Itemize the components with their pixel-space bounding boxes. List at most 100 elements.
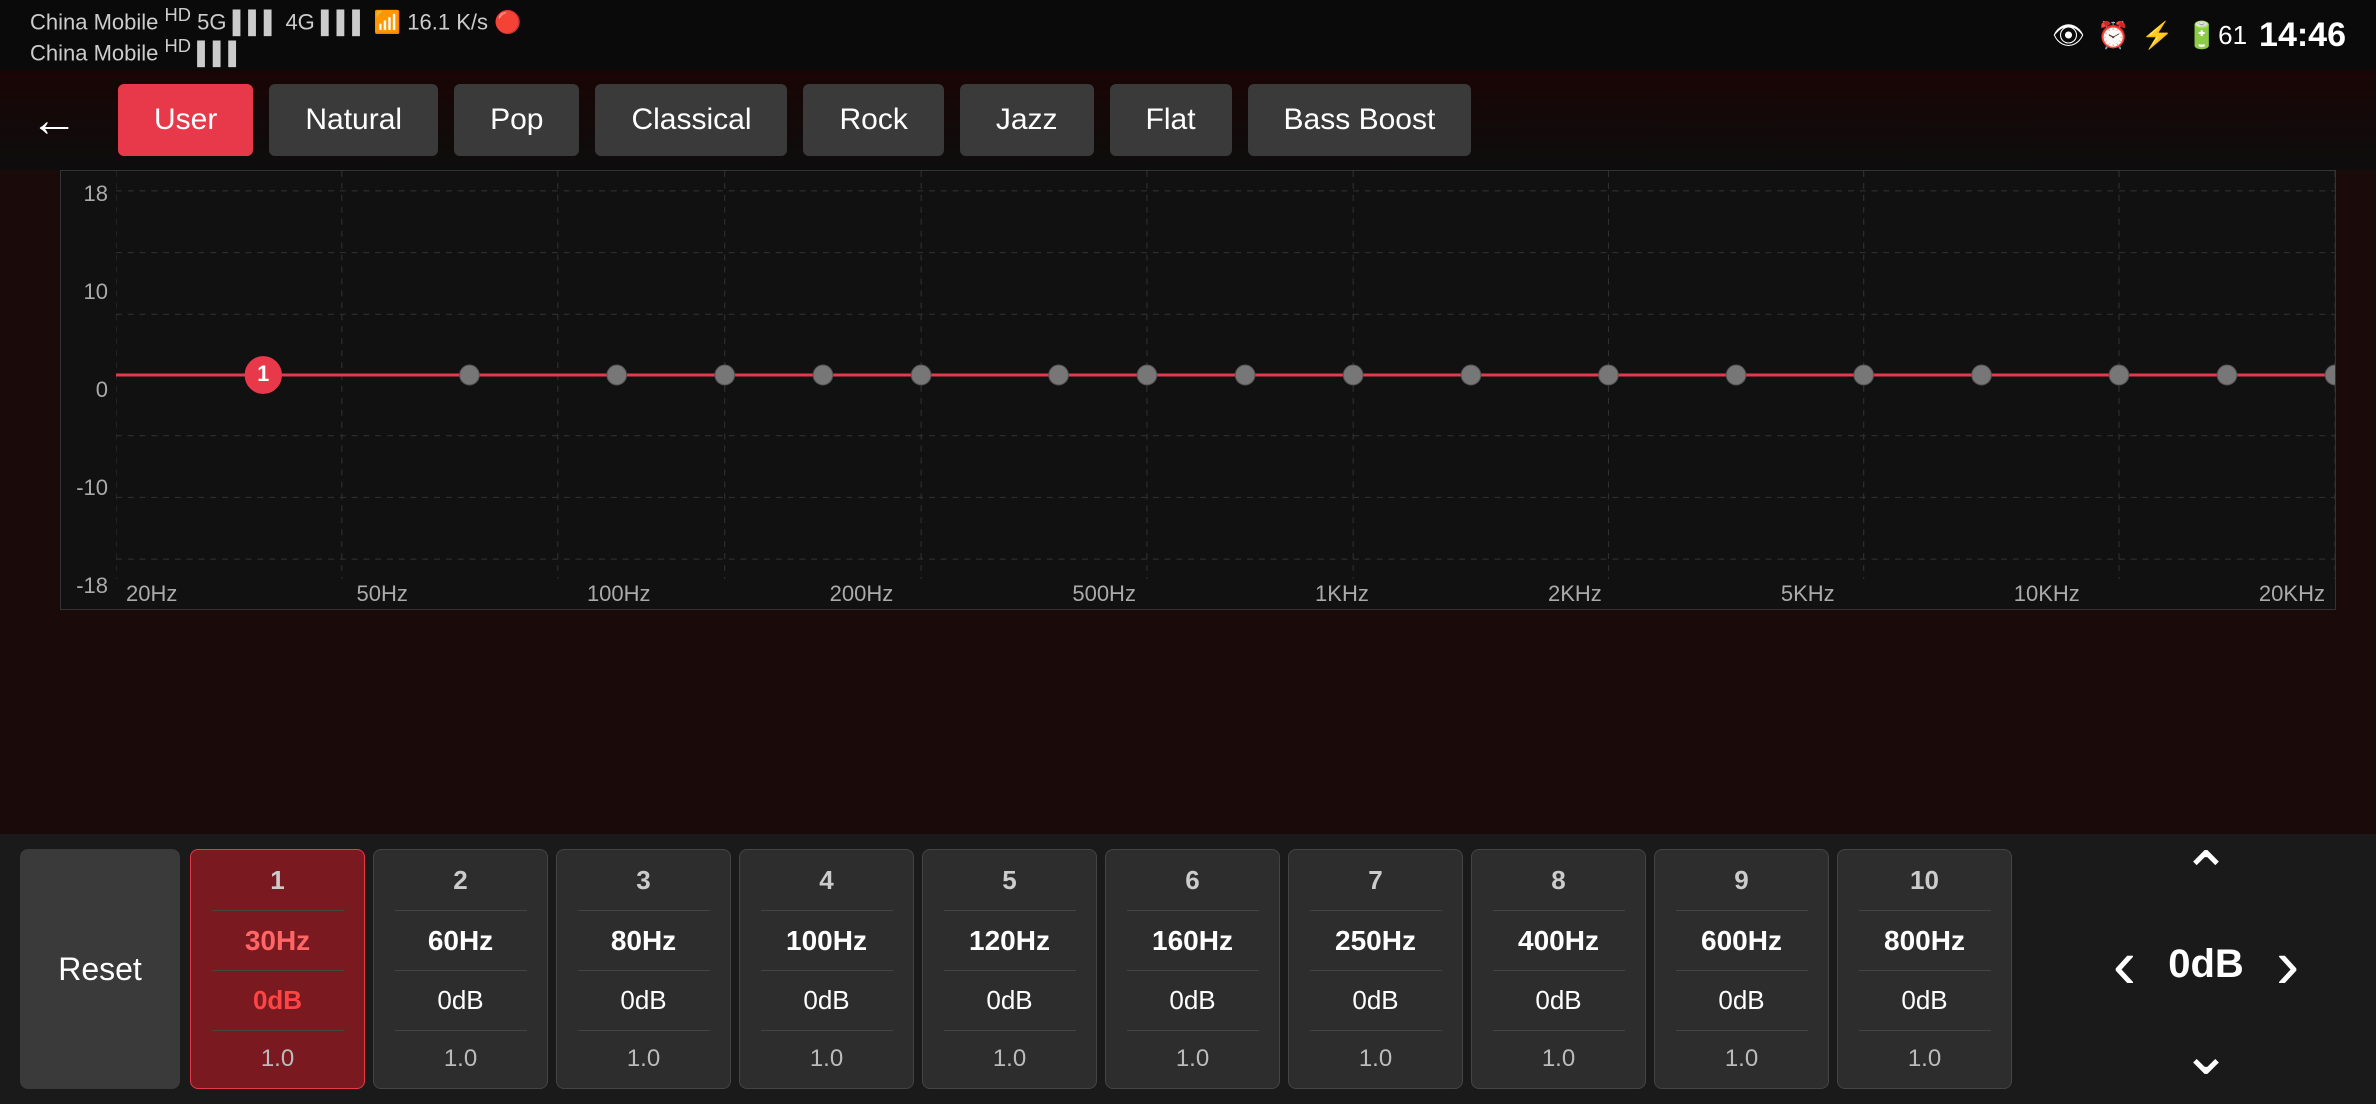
- bluetooth-icon: ⚡: [2141, 20, 2173, 51]
- band-2-freq: 60Hz: [428, 925, 493, 957]
- band-6-divider3: [1127, 1030, 1259, 1031]
- x-label-50hz: 50Hz: [356, 581, 407, 607]
- preset-classical-button[interactable]: Classical: [595, 84, 787, 156]
- band-7-freq: 250Hz: [1335, 925, 1416, 957]
- band-9-divider2: [1676, 970, 1808, 971]
- band-8-divider2: [1493, 970, 1625, 971]
- band-7-q: 1.0: [1359, 1045, 1392, 1073]
- band-3-freq: 80Hz: [611, 925, 676, 957]
- band-10-divider3: [1859, 1030, 1991, 1031]
- band-4-q: 1.0: [810, 1045, 843, 1073]
- nav-right-button[interactable]: ›: [2276, 929, 2299, 999]
- band-2-cell[interactable]: 2 60Hz 0dB 1.0: [373, 849, 548, 1089]
- band-4-divider3: [761, 1030, 893, 1031]
- band-4-db: 0dB: [803, 985, 849, 1016]
- preset-natural-button[interactable]: Natural: [269, 84, 438, 156]
- band-7-cell[interactable]: 7 250Hz 0dB 1.0: [1288, 849, 1463, 1089]
- preset-bass-boost-button[interactable]: Bass Boost: [1248, 84, 1472, 156]
- band-3-cell[interactable]: 3 80Hz 0dB 1.0: [556, 849, 731, 1089]
- band-1-cell[interactable]: 1 30Hz 0dB 1.0: [190, 849, 365, 1089]
- band-10-cell[interactable]: 10 800Hz 0dB 1.0: [1837, 849, 2012, 1089]
- band-controls: Reset 1 30Hz 0dB 1.0 2 60Hz 0dB 1.0 3 80…: [0, 834, 2376, 1104]
- y-label-neg18: -18: [69, 573, 108, 599]
- band-5-cell[interactable]: 5 120Hz 0dB 1.0: [922, 849, 1097, 1089]
- band-5-db: 0dB: [986, 985, 1032, 1016]
- band-8-divider: [1493, 910, 1625, 911]
- x-label-20khz: 20KHz: [2259, 581, 2325, 607]
- x-label-100hz: 100Hz: [587, 581, 651, 607]
- alarm-icon: ⏰: [2097, 20, 2129, 51]
- carrier-secondary: China Mobile HD ▌▌▌: [30, 35, 522, 66]
- band-6-number: 6: [1185, 865, 1199, 896]
- band-9-freq: 600Hz: [1701, 925, 1782, 957]
- time-display: 14:46: [2259, 16, 2346, 55]
- band-1-freq: 30Hz: [245, 925, 310, 957]
- band-9-db: 0dB: [1718, 985, 1764, 1016]
- band-10-divider2: [1859, 970, 1991, 971]
- preset-pop-button[interactable]: Pop: [454, 84, 579, 156]
- eq-chart[interactable]: 18 10 0 -10 -18: [60, 170, 2336, 610]
- back-button[interactable]: ←: [30, 93, 78, 148]
- band-4-freq: 100Hz: [786, 925, 867, 957]
- band-8-cell[interactable]: 8 400Hz 0dB 1.0: [1471, 849, 1646, 1089]
- band-10-freq: 800Hz: [1884, 925, 1965, 957]
- nav-left-button[interactable]: ‹: [2113, 929, 2136, 999]
- reset-button[interactable]: Reset: [20, 849, 180, 1089]
- band-7-number: 7: [1368, 865, 1382, 896]
- nav-vertical-down: ⌄: [2181, 1024, 2231, 1084]
- band-8-number: 8: [1551, 865, 1565, 896]
- band-6-cell[interactable]: 6 160Hz 0dB 1.0: [1105, 849, 1280, 1089]
- band-4-cell[interactable]: 4 100Hz 0dB 1.0: [739, 849, 914, 1089]
- status-bar: China Mobile HD 5G ▌▌▌ 4G ▌▌▌ 📶 16.1 K/s…: [0, 0, 2376, 70]
- band-4-divider: [761, 910, 893, 911]
- band-3-divider3: [578, 1030, 710, 1031]
- band-9-q: 1.0: [1725, 1045, 1758, 1073]
- band-6-divider: [1127, 910, 1259, 911]
- band-8-q: 1.0: [1542, 1045, 1575, 1073]
- band-7-db: 0dB: [1352, 985, 1398, 1016]
- preset-flat-button[interactable]: Flat: [1110, 84, 1232, 156]
- preset-user-button[interactable]: User: [118, 84, 253, 156]
- nav-vertical: ⌃: [2181, 844, 2231, 904]
- band-4-number: 4: [819, 865, 833, 896]
- band-3-divider2: [578, 970, 710, 971]
- band-5-number: 5: [1002, 865, 1016, 896]
- carrier-primary: China Mobile HD 5G ▌▌▌ 4G ▌▌▌ 📶 16.1 K/s…: [30, 4, 522, 35]
- x-label-5khz: 5KHz: [1781, 581, 1835, 607]
- band-2-db: 0dB: [437, 985, 483, 1016]
- header: ← UserNaturalPopClassicalRockJazzFlatBas…: [0, 70, 2376, 170]
- band-6-freq: 160Hz: [1152, 925, 1233, 957]
- band-1-divider2: [212, 970, 344, 971]
- preset-buttons: UserNaturalPopClassicalRockJazzFlatBass …: [118, 84, 1471, 156]
- band-9-cell[interactable]: 9 600Hz 0dB 1.0: [1654, 849, 1829, 1089]
- nav-up-button[interactable]: ⌃: [2181, 844, 2231, 904]
- x-label-500hz: 500Hz: [1072, 581, 1136, 607]
- nav-horizontal: ‹ 0dB ›: [2113, 929, 2300, 999]
- band-5-divider: [944, 910, 1076, 911]
- band-6-divider2: [1127, 970, 1259, 971]
- preset-jazz-button[interactable]: Jazz: [960, 84, 1094, 156]
- band-9-divider3: [1676, 1030, 1808, 1031]
- band-9-number: 9: [1734, 865, 1748, 896]
- eq-chart-inner: 18 10 0 -10 -18: [61, 171, 2335, 609]
- band-1-q: 1.0: [261, 1045, 294, 1073]
- band-5-divider2: [944, 970, 1076, 971]
- band-3-db: 0dB: [620, 985, 666, 1016]
- band-10-divider: [1859, 910, 1991, 911]
- y-label-neg10: -10: [69, 475, 108, 501]
- band-6-db: 0dB: [1169, 985, 1215, 1016]
- eq-y-axis: 18 10 0 -10 -18: [61, 171, 116, 609]
- x-label-1khz: 1KHz: [1315, 581, 1369, 607]
- band-6-q: 1.0: [1176, 1045, 1209, 1073]
- svg-text:1: 1: [257, 361, 269, 386]
- nav-controls: ⌃ ‹ 0dB › ⌄: [2066, 844, 2346, 1084]
- bands-list: 1 30Hz 0dB 1.0 2 60Hz 0dB 1.0 3 80Hz 0dB…: [190, 849, 2356, 1089]
- band-10-db: 0dB: [1901, 985, 1947, 1016]
- nav-value-display: 0dB: [2156, 942, 2256, 987]
- battery-indicator: 🔋61: [2186, 20, 2247, 51]
- nav-down-button[interactable]: ⌄: [2181, 1024, 2231, 1084]
- preset-rock-button[interactable]: Rock: [803, 84, 943, 156]
- band-8-db: 0dB: [1535, 985, 1581, 1016]
- y-label-18: 18: [69, 181, 108, 207]
- eye-icon: 👁: [2052, 20, 2085, 51]
